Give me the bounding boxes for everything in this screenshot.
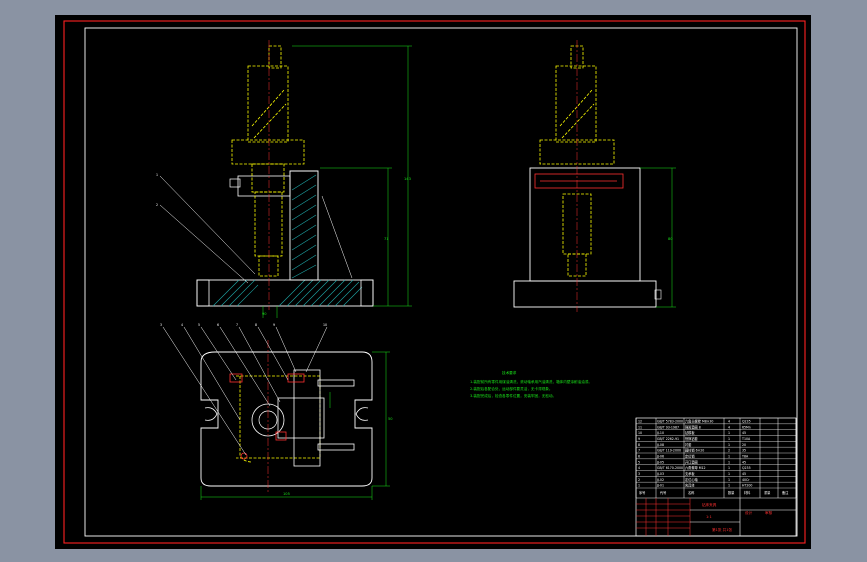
bom-cell-mat: 40Cr bbox=[742, 478, 750, 482]
bom-cell-name: 六角螺母 M12 bbox=[685, 465, 706, 470]
plan-dim-width: 105 bbox=[283, 492, 290, 496]
front-dim-body: 71 bbox=[384, 237, 389, 241]
bom-cell-mat: 20 bbox=[742, 443, 746, 447]
bom-cell-mat: Q235 bbox=[742, 419, 751, 423]
bom-cell-name: 圆柱销 6×20 bbox=[685, 448, 704, 453]
plan-balloon-3: 3 bbox=[160, 323, 162, 327]
bom-cell-no: 4 bbox=[638, 466, 640, 470]
bom-cell-no: 1 bbox=[638, 484, 640, 488]
plan-balloon-10: 10 bbox=[323, 323, 327, 327]
front-dim-base: 90 bbox=[262, 312, 267, 316]
bom-cell-mat: 45 bbox=[742, 431, 746, 435]
bom-cell-code: GB/T 119-2000 bbox=[657, 449, 681, 453]
plan-balloon-6: 6 bbox=[217, 323, 219, 327]
bom-cell-code: JJ-06 bbox=[656, 454, 664, 458]
plan-dim-depth: 50 bbox=[388, 417, 393, 421]
bom-header-weight: 重量 bbox=[764, 490, 771, 495]
bom-cell-mat: HT200 bbox=[742, 484, 752, 488]
bom-cell-qty: 2 bbox=[728, 449, 730, 453]
plan-balloon-8: 8 bbox=[255, 323, 257, 327]
side-dim-height: 80 bbox=[668, 237, 673, 241]
bom-cell-code: JJ-05 bbox=[656, 460, 664, 464]
bom-cell-qty: 1 bbox=[728, 443, 730, 447]
plan-balloon-7: 7 bbox=[236, 323, 238, 327]
bom-cell-name: 开口垫圈 bbox=[685, 459, 698, 464]
bom-cell-no: 6 bbox=[638, 454, 640, 458]
plan-balloon-5: 5 bbox=[198, 323, 200, 327]
tech-line-2: 2.装配后各配合处，运动部件要灵活，无卡滞现象。 bbox=[470, 386, 553, 391]
drawing-sheet: 第1张 共1张 bbox=[712, 527, 732, 532]
bom-cell-code: GB/T 93-1987 bbox=[657, 425, 679, 429]
bom-cell-qty: 1 bbox=[728, 478, 730, 482]
bom-cell-no: 3 bbox=[638, 472, 640, 476]
bom-cell-name: 定位销 bbox=[685, 453, 695, 458]
bom-cell-no: 8 bbox=[638, 443, 640, 447]
bom-header-name: 名称 bbox=[688, 490, 695, 495]
tech-title: 技术要求 bbox=[502, 370, 517, 375]
bom-cell-no: 11 bbox=[638, 425, 642, 429]
bom-cell-code: GB/T 2262-91 bbox=[657, 437, 679, 441]
bom-cell-name: 钻模板 bbox=[685, 430, 695, 435]
bom-cell-name: 衬套 bbox=[685, 442, 692, 447]
bom-cell-qty: 1 bbox=[728, 454, 730, 458]
bom-cell-no: 2 bbox=[638, 478, 640, 482]
bom-cell-mat: T10A bbox=[741, 437, 751, 441]
bom-header-qty: 数量 bbox=[728, 490, 735, 495]
bom-cell-mat: Q235 bbox=[742, 466, 751, 470]
bom-cell-code: JJ-02 bbox=[656, 478, 664, 482]
bom-cell-no: 9 bbox=[638, 437, 640, 441]
bom-cell-qty: 4 bbox=[728, 425, 730, 429]
tech-line-3: 3.装配完成后，检查各零件位置，安装牢固，无松动。 bbox=[470, 393, 556, 398]
bom-cell-no: 7 bbox=[638, 449, 640, 453]
tech-line-1: 1.装配前所有零件用煤油清洗，滚动轴承用汽油清洗，箱体内壁涂耐油油漆。 bbox=[470, 379, 592, 384]
bom-cell-name: 夹具体 bbox=[685, 483, 695, 488]
front-balloon-1: 1 bbox=[156, 173, 158, 177]
bom-cell-code: GB/T 6170-2000 bbox=[657, 466, 683, 470]
bom-cell-qty: 1 bbox=[728, 484, 730, 488]
bom-header-mat: 材料 bbox=[744, 490, 751, 495]
bom-cell-mat: 45 bbox=[742, 460, 746, 464]
bom-cell-code: GB/T 5783-2000 bbox=[657, 419, 683, 423]
bom-cell-mat: 45 bbox=[742, 472, 746, 476]
bom-cell-qty: 4 bbox=[728, 419, 730, 423]
plan-balloon-4: 4 bbox=[181, 323, 183, 327]
bom-cell-code: JJ-08 bbox=[656, 443, 664, 447]
bom-cell-mat: T8A bbox=[741, 454, 749, 458]
bom-cell-no: 10 bbox=[638, 431, 642, 435]
bom-cell-qty: 1 bbox=[728, 437, 730, 441]
bom-cell-qty: 1 bbox=[728, 460, 730, 464]
bom-cell-mat: 65Mn bbox=[742, 425, 751, 429]
bom-header-code: 代号 bbox=[660, 490, 666, 495]
drawing-name: 钻床夹具 bbox=[702, 502, 717, 507]
bom-cell-code: JJ-03 bbox=[656, 472, 664, 476]
checker-label: 审核 bbox=[765, 510, 773, 515]
bom-cell-name: 弹簧垫圈 8 bbox=[685, 424, 701, 429]
bom-cell-name: 六角头螺栓 M8×30 bbox=[685, 418, 713, 423]
drawing-scale: 1:1 bbox=[706, 515, 712, 519]
front-dim-total: 143 bbox=[404, 177, 411, 181]
plan-balloon-9: 9 bbox=[273, 323, 275, 327]
bom-cell-name: 快换钻套 bbox=[685, 436, 699, 441]
bom-cell-qty: 1 bbox=[728, 466, 730, 470]
designer-label: 设计 bbox=[745, 510, 753, 515]
bom-cell-mat: 35 bbox=[742, 449, 746, 453]
bom-cell-code: JJ-01 bbox=[656, 484, 664, 488]
cad-drawing: 1 2 143 71 90 80 3 4 5 6 7 8 9 10 105 50… bbox=[55, 15, 811, 549]
bom-cell-qty: 1 bbox=[728, 431, 730, 435]
bom-cell-code: JJ-10 bbox=[656, 431, 664, 435]
bom-header-note: 备注 bbox=[782, 490, 789, 495]
front-balloon-2: 2 bbox=[156, 203, 158, 207]
bom-cell-name: 定位心轴 bbox=[685, 477, 698, 482]
bom-cell-no: 5 bbox=[638, 460, 640, 464]
bom-cell-no: 12 bbox=[638, 419, 642, 423]
bom-header-no: 序号 bbox=[639, 490, 645, 495]
bom-cell-qty: 1 bbox=[728, 472, 730, 476]
bom-cell-name: 支承板 bbox=[685, 471, 695, 476]
